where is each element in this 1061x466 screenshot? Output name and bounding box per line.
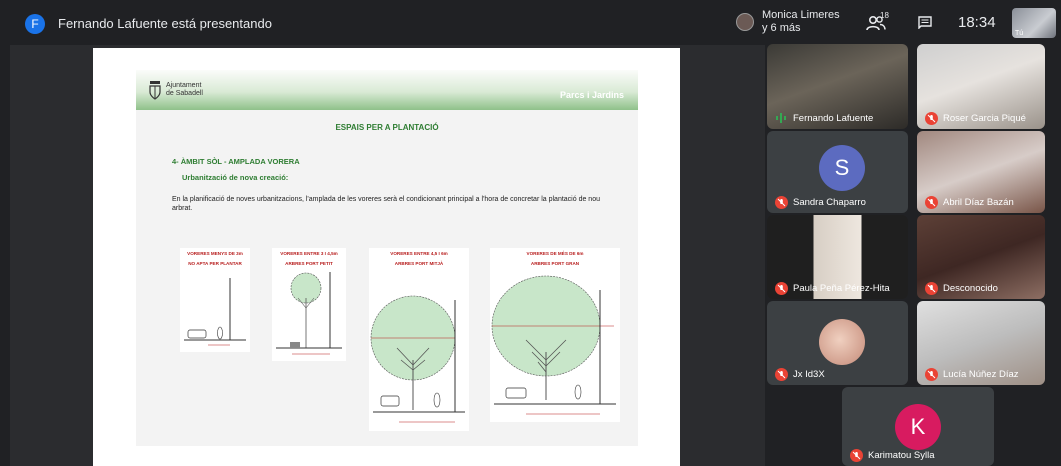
notification-name: Monica Limeres [762,9,840,21]
notification-more: y 6 más [762,22,801,34]
diagram-subcaption-4: ARBRES PORT GRAN [530,261,580,266]
logo-text: Ajuntament de Sabadell [166,82,203,98]
presenter-avatar: F [25,14,45,34]
mic-off-icon [850,449,863,462]
top-bar: F Fernando Lafuente está presentando Mon… [0,0,1061,44]
participant-initial-avatar: S [819,145,865,191]
slide-body-text: En la planificació de noves urbanitzacio… [172,196,600,212]
participant-name: Fernando Lafuente [793,113,874,124]
diagram-large-tree: VORERES DE MÉS DE 6m ARBRES PORT GRAN [490,248,620,422]
slide-title: ESPAIS PER A PLANTACIÓ [335,123,439,132]
mic-off-icon [925,282,938,295]
participant-tile[interactable]: Jx Id3X [767,301,908,385]
large-tree-drawing [491,275,616,415]
medium-tree-drawing [370,295,465,423]
brand-label: Parcs i Jardins [559,90,624,100]
diagram-small-tree: VORERES ENTRE 3 I 4,5m ARBRES PORT PETIT [272,248,346,361]
participant-name: Karimatou Sylla [868,450,935,461]
participant-photo-avatar [819,319,865,365]
slide: Ajuntament de Sabadell Parcs i Jardins E… [136,70,638,446]
self-video-thumbnail[interactable]: Tú [1012,8,1056,38]
mic-off-icon [775,196,788,209]
logo-line-1: Ajuntament [166,82,202,89]
diagram-caption-4: VORERES DE MÉS DE 6m [526,251,584,256]
join-notification[interactable]: Monica Limeres y 6 más [762,9,840,35]
diagram-no-tree: VORERES MENYS DE 3m NO APTA PER PLANTAR [180,248,250,352]
participant-name: Lucía Núñez Díaz [943,369,1019,380]
section-title: 4- ÀMBIT SÒL - AMPLADA VORERA [172,157,300,166]
mic-off-icon [775,282,788,295]
notification-avatar [736,13,754,31]
participant-tile[interactable]: Fernando Lafuente [767,44,908,129]
mic-off-icon [925,196,938,209]
participant-name: Roser Garcia Piqué [943,113,1026,124]
participant-initial-avatar: K [895,404,941,450]
participant-tile[interactable]: Lucía Núñez Díaz [917,301,1045,385]
participant-tile[interactable]: K Karimatou Sylla [842,387,994,466]
diagram-medium-tree: VORERES ENTRE 4,5 I 6m ARBRES PORT MITJÀ [369,248,469,431]
participant-name: Sandra Chaparro [793,197,866,208]
diagram-subcaption-3: ARBRES PORT MITJÀ [394,261,444,266]
chat-icon[interactable] [918,16,932,29]
mic-off-icon [925,112,938,125]
clock: 18:34 [958,14,996,31]
participant-name: Jx Id3X [793,369,825,380]
logo-line-2: de Sabadell [166,90,203,97]
coat-of-arms-logo [149,81,161,100]
diagram-caption-2: VORERES ENTRE 3 I 4,5m [280,251,338,256]
slide-header: Ajuntament de Sabadell Parcs i Jardins [136,70,638,110]
participant-name: Paula Peña Pérez-Hita [793,283,890,294]
diagram-subcaption-2: ARBRES PORT PETIT [285,261,333,266]
diagram-caption-1: VORERES MENYS DE 3m [187,251,243,256]
presenting-status: Fernando Lafuente está presentando [58,16,272,31]
diagram-subcaption-1: NO APTA PER PLANTAR [188,261,242,266]
participant-name: Abril Díaz Bazán [943,197,1014,208]
subsection-title: Urbanització de nova creació: [182,173,289,182]
self-label: Tú [1015,30,1024,37]
mic-off-icon [775,368,788,381]
diagram-caption-3: VORERES ENTRE 4,5 I 6m [390,251,448,256]
mic-off-icon [925,368,938,381]
participant-tile[interactable]: Paula Peña Pérez-Hita [767,215,908,299]
participant-tile[interactable]: S Sandra Chaparro [767,131,908,213]
street-section-drawing [184,278,246,346]
people-count: 18 [880,11,889,20]
participant-name: Desconocido [943,283,998,294]
participant-tile[interactable]: Abril Díaz Bazán [917,131,1045,213]
speaking-indicator-icon [776,113,786,123]
participant-tile[interactable]: Desconocido [917,215,1045,299]
small-tree-drawing [276,272,342,355]
participant-tile[interactable]: Roser Garcia Piqué [917,44,1045,129]
